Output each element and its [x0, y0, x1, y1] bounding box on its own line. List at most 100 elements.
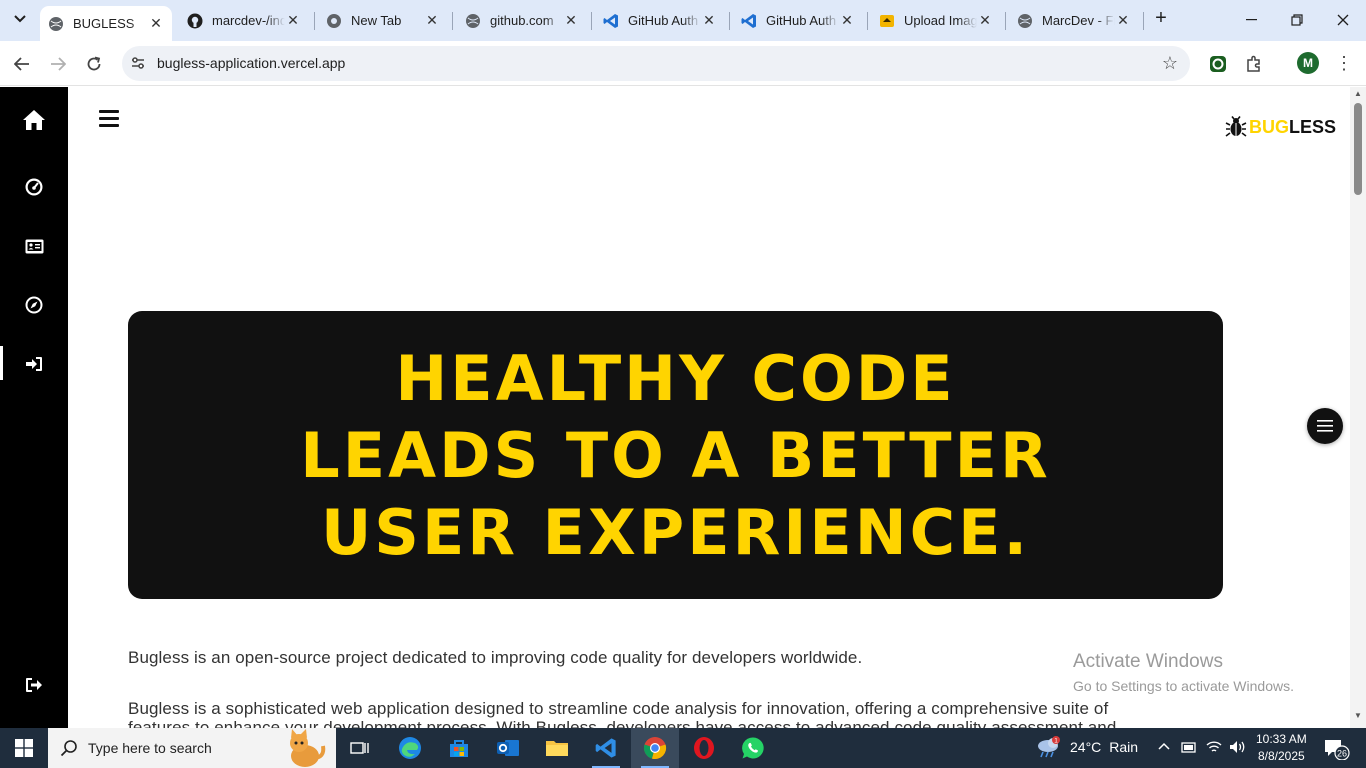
description-line-2: features to enhance your development pro…	[128, 718, 1117, 728]
bug-icon	[1225, 116, 1247, 137]
close-tab-icon[interactable]: ✕	[563, 12, 579, 29]
windows-start-icon[interactable]	[0, 728, 48, 768]
close-tab-icon[interactable]: ✕	[285, 12, 301, 29]
notification-center-icon[interactable]: 26	[1323, 738, 1351, 765]
rain-cloud-icon: 1	[1038, 736, 1060, 758]
hero-heading: HEALTHY CODE LEADS TO A BETTER USER EXPE…	[300, 341, 1051, 569]
sidebar-item-login[interactable]	[0, 344, 68, 384]
volume-icon[interactable]	[1229, 739, 1247, 758]
reload-icon[interactable]	[80, 50, 108, 78]
edge-browser-icon[interactable]	[386, 728, 434, 768]
upload-icon	[879, 13, 895, 29]
weather-alert-badge: 1	[1054, 738, 1058, 745]
watermark-subtitle: Go to Settings to activate Windows.	[1073, 678, 1294, 694]
taskbar-clock[interactable]: 10:33 AM 8/8/2025	[1256, 731, 1307, 765]
minimize-icon[interactable]	[1228, 0, 1274, 40]
search-highlight-cat-icon	[290, 729, 326, 767]
tab-separator	[729, 12, 730, 30]
sidebar-item-profile[interactable]	[0, 226, 68, 266]
forward-arrow-icon[interactable]	[44, 50, 72, 78]
description-line-1: Bugless is a sophisticated web applicati…	[128, 699, 1109, 718]
outlook-icon[interactable]	[484, 728, 532, 768]
browser-menu-icon[interactable]: ⋮	[1335, 53, 1353, 74]
tab-separator	[452, 12, 453, 30]
close-tab-icon[interactable]: ✕	[977, 12, 993, 29]
activate-windows-watermark: Activate Windows Go to Settings to activ…	[1073, 651, 1294, 694]
tab-github-auth-2[interactable]: GitHub Auth ✕	[733, 6, 863, 35]
notification-count: 26	[1337, 749, 1347, 759]
close-tab-icon[interactable]: ✕	[424, 12, 440, 29]
tab-github-com[interactable]: github.com ✕	[457, 6, 587, 35]
browser-tab-strip: BUGLESS ✕ marcdev-/index ✕ New Tab ✕ git…	[0, 0, 1366, 41]
taskbar-search-box[interactable]: Type here to search	[48, 728, 336, 768]
close-tab-icon[interactable]: ✕	[148, 15, 164, 32]
windows-taskbar: Type here to search 1 24°C Rain 10:33 AM…	[0, 728, 1366, 768]
sidebar-item-explore[interactable]	[0, 285, 68, 325]
extensions-puzzle-icon[interactable]	[1243, 53, 1265, 75]
opera-icon[interactable]	[680, 728, 728, 768]
tab-marcdev[interactable]: MarcDev - Fr ✕	[1009, 6, 1139, 35]
url-text[interactable]: bugless-application.vercel.app	[157, 55, 345, 71]
sidebar-item-logout[interactable]	[0, 665, 68, 705]
microsoft-store-icon[interactable]	[435, 728, 483, 768]
tab-upload-image[interactable]: Upload Image ✕	[871, 6, 1001, 35]
scrollbar-thumb[interactable]	[1354, 103, 1362, 195]
list-icon	[1317, 420, 1333, 432]
search-icon	[60, 740, 77, 757]
close-window-icon[interactable]	[1320, 0, 1366, 40]
vscode-icon	[741, 13, 757, 29]
whatsapp-icon[interactable]	[729, 728, 777, 768]
profile-avatar[interactable]: M	[1297, 52, 1319, 74]
tab-bugless[interactable]: BUGLESS ✕	[40, 6, 172, 41]
scroll-up-arrow-icon[interactable]: ▲	[1354, 89, 1362, 98]
bookmark-star-icon[interactable]: ☆	[1162, 53, 1178, 74]
brand-logo[interactable]: BUG LESS	[1225, 116, 1336, 138]
weather-widget[interactable]: 1 24°C Rain	[1036, 736, 1138, 758]
show-hidden-icons-chevron-icon[interactable]	[1158, 738, 1170, 753]
chrome-icon	[326, 13, 342, 29]
tab-new-tab[interactable]: New Tab ✕	[318, 6, 448, 35]
close-tab-icon[interactable]: ✕	[1115, 12, 1131, 29]
close-tab-icon[interactable]: ✕	[839, 12, 855, 29]
sidebar-item-home[interactable]	[0, 100, 68, 140]
id-card-icon	[25, 239, 43, 253]
address-bar[interactable]: bugless-application.vercel.app ☆	[122, 46, 1190, 81]
battery-icon[interactable]	[1181, 740, 1197, 757]
clock-date: 8/8/2025	[1257, 749, 1305, 763]
wifi-icon[interactable]	[1206, 739, 1222, 758]
home-icon	[23, 110, 45, 130]
tab-title: GitHub Auth	[766, 13, 837, 28]
sidebar-item-dashboard[interactable]	[0, 167, 68, 207]
globe-icon	[465, 13, 481, 29]
page-viewport: BUG LESS HEALTHY CODE LEADS TO A BETTER U…	[0, 87, 1366, 728]
tab-title: marcdev-/index	[212, 13, 285, 28]
floating-menu-button[interactable]	[1307, 408, 1343, 444]
close-tab-icon[interactable]: ✕	[701, 12, 717, 29]
brand-text-rest: LESS	[1289, 116, 1337, 137]
tab-separator	[1143, 12, 1144, 30]
globe-icon	[48, 16, 64, 32]
task-view-icon[interactable]	[336, 728, 384, 768]
file-explorer-icon[interactable]	[533, 728, 581, 768]
site-info-icon[interactable]	[130, 55, 146, 71]
scroll-down-arrow-icon[interactable]: ▼	[1354, 711, 1362, 720]
restore-icon[interactable]	[1274, 0, 1320, 40]
weather-condition: Rain	[1109, 739, 1139, 755]
extension-google-icon[interactable]	[1207, 53, 1229, 75]
tab-github-auth-1[interactable]: GitHub Auth ✕	[595, 6, 725, 35]
sign-out-icon	[26, 678, 42, 692]
menu-toggle-icon[interactable]	[99, 110, 119, 128]
tab-title: github.com	[490, 13, 554, 28]
tab-github-repo[interactable]: marcdev-/index ✕	[179, 6, 309, 35]
tab-search-icon[interactable]	[8, 7, 32, 31]
vscode-taskbar-icon[interactable]	[582, 728, 630, 768]
back-arrow-icon[interactable]	[8, 50, 36, 78]
brand-text-highlight: BUG	[1249, 116, 1289, 137]
compass-icon	[25, 296, 43, 314]
page-scrollbar[interactable]: ▲ ▼	[1350, 87, 1366, 728]
github-icon	[187, 13, 203, 29]
new-tab-plus-icon[interactable]: +	[1150, 8, 1172, 30]
clock-time: 10:33 AM	[1256, 732, 1307, 746]
chrome-taskbar-icon[interactable]	[631, 728, 679, 768]
intro-paragraph: Bugless is an open-source project dedica…	[128, 648, 863, 667]
